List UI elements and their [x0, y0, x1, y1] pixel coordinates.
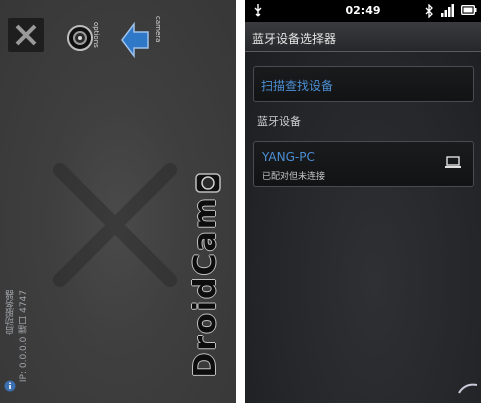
- status-bar: 02:49: [245, 0, 481, 22]
- scan-devices-label: 扫描查找设备: [261, 79, 334, 93]
- camera-label: camera: [154, 16, 162, 43]
- device-list-item[interactable]: YANG-PC 已配对但未连接: [253, 141, 474, 187]
- bluetooth-chooser-screen: 02:49 蓝牙设备选择器 扫描查找设备 蓝牙设备 YANG-PC 已配对但未连…: [245, 0, 481, 403]
- rotate-camera-arrow-icon: [121, 21, 149, 59]
- background-x-watermark: [53, 163, 177, 287]
- switch-camera-button[interactable]: camera: [114, 12, 164, 64]
- page-title: 蓝牙设备选择器: [252, 32, 337, 46]
- droidcam-logo: DroidCam: [188, 168, 228, 378]
- droidcam-camera-icon: [195, 173, 221, 193]
- options-button[interactable]: options: [66, 16, 110, 60]
- laptop-icon: [445, 156, 461, 168]
- watermark-icon: [458, 383, 478, 394]
- info-icon[interactable]: [4, 380, 16, 392]
- signal-icon: [441, 4, 454, 17]
- status-line-ip: IP: 0.0.0.0 端口 4747: [19, 290, 29, 383]
- logo-text: DroidCam: [188, 196, 223, 378]
- device-name: YANG-PC: [262, 150, 315, 164]
- battery-icon: [461, 5, 477, 15]
- status-line-server: 启动服务器: [6, 290, 16, 335]
- title-bar: 蓝牙设备选择器: [245, 22, 481, 52]
- section-header-bluetooth-devices: 蓝牙设备: [257, 115, 301, 128]
- scan-devices-button[interactable]: 扫描查找设备: [253, 66, 474, 102]
- device-state: 已配对但未连接: [262, 172, 326, 182]
- close-button[interactable]: [8, 18, 44, 52]
- droidcam-screen: options camera DroidCam 启动服务器 IP: 0.0.0.…: [0, 0, 236, 403]
- options-label: options: [92, 22, 100, 48]
- bluetooth-icon: [425, 4, 433, 18]
- options-camera-icon: [67, 25, 93, 51]
- close-icon: [15, 24, 37, 46]
